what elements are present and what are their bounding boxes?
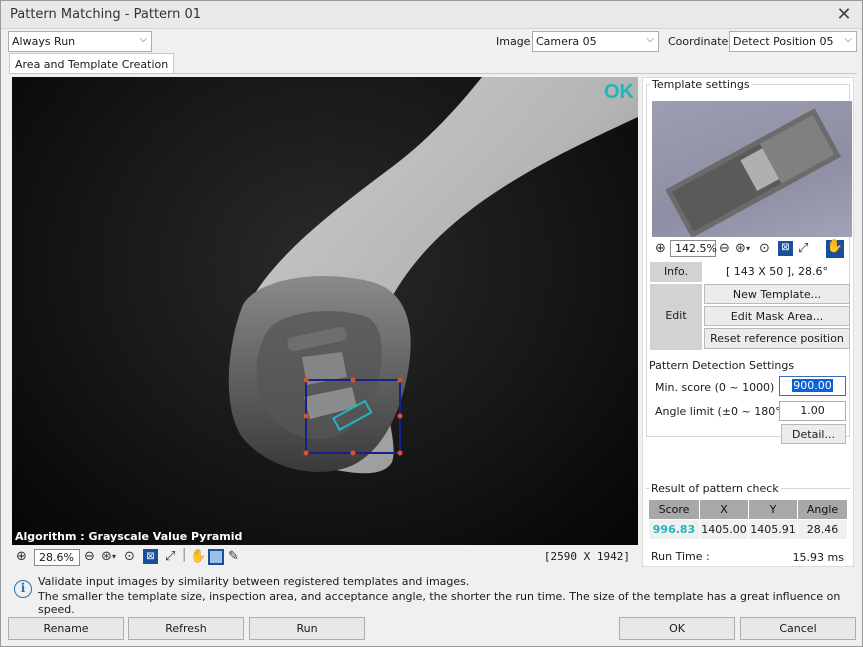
status-ok-badge: OK [604,81,634,103]
zoom-options-icon[interactable]: ⊛ [101,550,112,564]
roi-draw-icon[interactable]: ✎ [228,550,239,564]
template-image [665,108,841,237]
angle-limit-label: Angle limit (±0 ~ 180°) [655,405,785,418]
new-template-button[interactable]: New Template... [704,284,850,304]
rename-button[interactable]: Rename [8,617,124,640]
zoom-out-icon[interactable]: ⊖ [719,242,730,256]
detail-button[interactable]: Detail... [781,424,846,444]
zoom-in-icon[interactable]: ⊕ [655,242,666,256]
cancel-button[interactable]: Cancel [740,617,856,640]
tab-area-template-creation[interactable]: Area and Template Creation [9,53,175,74]
edit-label: Edit [650,284,702,350]
image-viewer[interactable]: OK Algorithm : Grayscale Value Pyramid [12,77,638,545]
run-button[interactable]: Run [249,617,365,640]
close-icon[interactable]: ✕ [834,4,854,25]
result-x-value: 1405.00 [700,520,748,539]
result-header-score: Score [649,500,699,519]
coordinate-dropdown[interactable]: Detect Position 05 ⌵ [729,31,857,52]
template-thumbnail [652,101,852,237]
result-y-value: 1405.91 [749,520,797,539]
viewer-zoom-value[interactable]: 28.6% [34,549,80,566]
template-zoom-value[interactable]: 142.5% [670,240,717,257]
roi-rectangle-icon[interactable] [208,549,224,565]
zoom-in-icon[interactable]: ⊕ [16,550,27,564]
run-mode-dropdown[interactable]: Always Run ⌵ [8,31,152,52]
template-info-value: [ 143 X 50 ], 28.6° [725,265,829,278]
pan-hand-icon[interactable]: ✋ [826,240,844,258]
separator: | [182,547,187,562]
algorithm-label: Algorithm : Grayscale Value Pyramid [15,530,243,543]
result-header-y: Y [749,500,797,519]
zoom-1to1-icon[interactable]: ⊙ [124,550,135,564]
run-mode-value: Always Run [12,35,76,48]
pan-hand-icon[interactable]: ✋ [190,550,206,564]
chevron-down-icon[interactable]: ▾ [746,242,750,256]
chevron-down-icon: ⌵ [646,34,654,45]
runtime-label: Run Time : [651,550,710,563]
window-title: Pattern Matching - Pattern 01 [10,7,202,22]
min-score-label: Min. score (0 ~ 1000) [655,381,775,394]
fit-to-window-icon[interactable]: ⊠ [143,549,158,564]
result-header-x: X [700,500,748,519]
fullscreen-icon[interactable]: ⤢ [165,550,175,564]
image-value: Camera 05 [536,35,597,48]
fullscreen-icon[interactable]: ⤢ [798,242,808,256]
zoom-out-icon[interactable]: ⊖ [84,550,95,564]
refresh-button[interactable]: Refresh [128,617,244,640]
camera-image [228,77,638,474]
fit-to-window-icon[interactable]: ⊠ [778,241,793,256]
ok-button[interactable]: OK [619,617,735,640]
image-dropdown[interactable]: Camera 05 ⌵ [532,31,659,52]
settings-panel: Template settings ⊕ 142.5% ⊖ ⊛ ▾ ⊙ ⊠ ⤢ ✋… [642,77,854,567]
chevron-down-icon: ⌵ [844,34,852,45]
image-label: Image [496,35,531,48]
result-angle-value: 28.46 [798,520,847,539]
image-size-label: [2590 X 1942] [543,550,630,563]
info-icon: i [14,580,32,598]
title-bar: Pattern Matching - Pattern 01 ✕ [1,1,862,29]
result-header-angle: Angle [798,500,847,519]
zoom-1to1-icon[interactable]: ⊙ [759,242,770,256]
min-score-value: 900.00 [792,379,833,392]
chevron-down-icon: ⌵ [139,34,147,45]
min-score-input[interactable]: 900.00 [779,376,846,396]
viewer-toolbar: ⊕ 28.6% ⊖ ⊛ ▾ ⊙ ⊠ ⤢ | ✋ ✎ [2590 X 1942] [12,546,638,568]
detection-settings-title: Pattern Detection Settings [649,359,795,372]
template-settings-group: Template settings ⊕ 142.5% ⊖ ⊛ ▾ ⊙ ⊠ ⤢ ✋… [646,78,852,444]
edit-mask-area-button[interactable]: Edit Mask Area... [704,306,850,326]
zoom-options-icon[interactable]: ⊛ [735,242,746,256]
info-line-1: Validate input images by similarity betw… [38,575,470,588]
chevron-down-icon[interactable]: ▾ [112,550,116,564]
reset-reference-button[interactable]: Reset reference position [704,328,850,349]
result-score-value: 996.83 [649,520,699,539]
info-line-2: The smaller the template size, inspectio… [38,590,841,616]
template-settings-title: Template settings [650,78,752,91]
template-toolbar: ⊕ 142.5% ⊖ ⊛ ▾ ⊙ ⊠ ⤢ ✋ [652,239,852,259]
coordinate-label: Coordinate [668,35,729,48]
result-title: Result of pattern check [649,482,781,495]
pattern-matching-dialog: Pattern Matching - Pattern 01 ✕ Always R… [0,0,863,647]
info-message: i Validate input images by similarity be… [9,571,856,616]
info-label: Info. [650,262,702,282]
runtime-value: 15.93 ms [792,551,844,564]
angle-limit-input[interactable]: 1.00 [779,401,846,421]
tab-divider [9,73,857,74]
coordinate-value: Detect Position 05 [733,35,834,48]
